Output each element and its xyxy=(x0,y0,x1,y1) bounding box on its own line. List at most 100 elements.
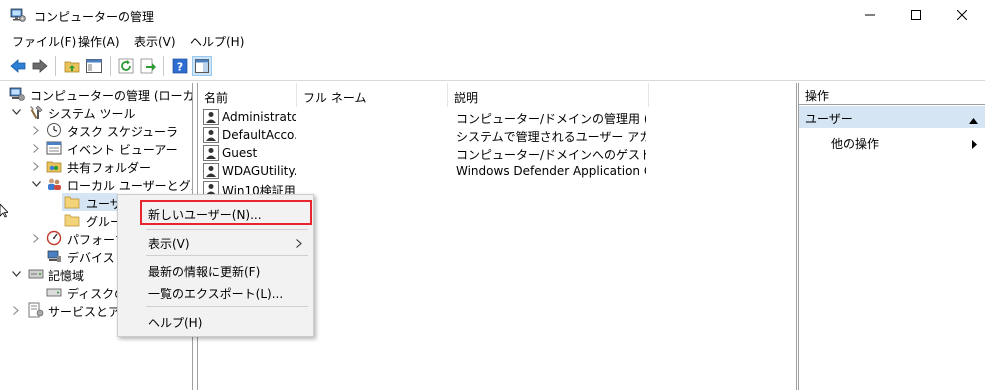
device-manager-icon xyxy=(46,248,62,264)
context-menu-label: 一覧のエクスポート(L)... xyxy=(148,287,284,301)
context-menu-label: ヘルプ(H) xyxy=(148,316,203,330)
users-group-icon xyxy=(46,176,62,192)
action-pane-icon xyxy=(195,59,209,73)
menu-view[interactable]: 表示(V) xyxy=(134,33,176,50)
user-icon xyxy=(203,109,219,125)
toolbar-separator xyxy=(163,56,164,76)
event-viewer-icon xyxy=(46,140,62,156)
action-section-users[interactable]: ユーザー xyxy=(799,106,985,128)
computer-management-icon xyxy=(10,7,26,23)
user-icon xyxy=(203,163,219,179)
tree-item-label: ローカル ユーザーとグループ xyxy=(67,179,192,193)
user-name: Administrator xyxy=(222,110,296,124)
minimize-button[interactable] xyxy=(847,0,893,30)
context-menu-separator xyxy=(146,255,308,256)
storage-icon xyxy=(28,266,44,282)
list-item[interactable]: Guest コンピューター/ドメインへのゲスト アクセ... xyxy=(198,144,796,162)
mouse-cursor-icon xyxy=(0,203,9,221)
context-menu-label: 最新の情報に更新(F) xyxy=(148,265,261,279)
context-menu: 新しいユーザー(N)... 表示(V) 最新の情報に更新(F) 一覧のエクスポー… xyxy=(117,194,314,337)
title-bar: コンピューターの管理 xyxy=(0,0,985,30)
tree-item-event-viewer[interactable]: イベント ビューアー xyxy=(0,139,192,157)
back-button[interactable] xyxy=(8,56,28,76)
chevron-right-icon[interactable] xyxy=(30,140,42,156)
forward-button[interactable] xyxy=(30,56,50,76)
forward-arrow-icon xyxy=(32,59,48,73)
folder-up-icon xyxy=(64,61,80,73)
tree-item-label: システム ツール xyxy=(48,107,136,121)
highlight-box xyxy=(140,200,312,225)
tree-item-label: イベント ビューアー xyxy=(67,143,178,157)
action-more-actions[interactable]: 他の操作 xyxy=(831,135,879,152)
folder-icon xyxy=(64,212,80,228)
tree-item-task-scheduler[interactable]: タスク スケジューラ xyxy=(0,121,192,139)
user-description: コンピューター/ドメインの管理用 (ビルト... xyxy=(456,112,646,126)
context-menu-view[interactable]: 表示(V) xyxy=(118,231,313,253)
chevron-right-icon[interactable] xyxy=(30,230,42,246)
chevron-right-icon[interactable] xyxy=(30,122,42,138)
chevron-down-icon[interactable] xyxy=(10,104,22,120)
close-icon xyxy=(957,10,967,20)
action-pane: 操作 ユーザー 他の操作 xyxy=(798,83,985,390)
chevron-right-icon[interactable] xyxy=(30,158,42,174)
list-item[interactable]: DefaultAcco... システムで管理されるユーザー アカウン... xyxy=(198,126,796,144)
toolbar: ? xyxy=(0,51,985,81)
export-list-button[interactable] xyxy=(138,56,158,76)
performance-icon xyxy=(46,230,62,246)
show-hide-action-pane-button[interactable] xyxy=(192,56,212,76)
close-button[interactable] xyxy=(939,0,985,30)
show-hide-console-tree-button[interactable] xyxy=(84,56,104,76)
maximize-icon xyxy=(911,10,921,20)
disk-icon xyxy=(46,284,62,300)
tree-item-system-tools[interactable]: システム ツール xyxy=(0,103,192,121)
user-icon xyxy=(203,145,219,161)
context-menu-refresh[interactable]: 最新の情報に更新(F) xyxy=(118,259,313,281)
list-item[interactable]: Administrator コンピューター/ドメインの管理用 (ビルト... xyxy=(198,108,796,126)
services-icon xyxy=(28,302,44,318)
back-arrow-icon xyxy=(10,59,26,73)
window-title: コンピューターの管理 xyxy=(34,10,155,24)
maximize-button[interactable] xyxy=(893,0,939,30)
chevron-right-icon xyxy=(296,237,302,251)
tree-item-label: 共有フォルダー xyxy=(67,161,152,175)
context-menu-separator xyxy=(146,306,308,307)
export-icon xyxy=(140,58,156,74)
menu-file[interactable]: ファイル(F) xyxy=(12,33,76,50)
refresh-icon xyxy=(118,58,134,74)
list-item[interactable]: WDAGUtility... Windows Defender Applicat… xyxy=(198,162,796,180)
tree-item-label: 記憶域 xyxy=(48,269,85,283)
column-header-full-name[interactable]: フル ネーム xyxy=(297,83,448,107)
toolbar-separator xyxy=(110,56,111,76)
tree-item-label: タスク スケジューラ xyxy=(67,125,178,139)
toolbar-separator xyxy=(55,56,56,76)
column-header-description[interactable]: 説明 xyxy=(448,83,649,107)
chevron-right-icon[interactable] xyxy=(10,302,22,318)
collapse-up-icon[interactable] xyxy=(969,113,978,127)
menu-help[interactable]: ヘルプ(H) xyxy=(190,33,244,50)
shared-folder-icon xyxy=(46,158,62,174)
refresh-button[interactable] xyxy=(116,56,136,76)
tree-item-computer-management[interactable]: コンピューターの管理 (ローカル) xyxy=(0,85,192,103)
action-pane-header: 操作 xyxy=(799,83,985,105)
user-name: DefaultAcco... xyxy=(222,128,296,142)
up-level-button[interactable] xyxy=(62,56,82,76)
tree-item-shared-folders[interactable]: 共有フォルダー xyxy=(0,157,192,175)
submenu-arrow-icon[interactable] xyxy=(972,138,977,152)
chevron-down-icon[interactable] xyxy=(10,266,22,282)
menu-bar: ファイル(F) 操作(A) 表示(V) ヘルプ(H) xyxy=(0,30,985,51)
context-menu-separator xyxy=(146,229,308,230)
computer-management-icon xyxy=(9,86,25,102)
tree-item-local-users-groups[interactable]: ローカル ユーザーとグループ xyxy=(0,175,192,193)
minimize-icon xyxy=(865,14,875,16)
svg-text:?: ? xyxy=(177,61,183,74)
chevron-down-icon[interactable] xyxy=(30,176,42,192)
folder-icon xyxy=(64,194,80,210)
context-menu-help[interactable]: ヘルプ(H) xyxy=(118,310,313,332)
context-menu-export-list[interactable]: 一覧のエクスポート(L)... xyxy=(118,281,313,303)
console-tree-icon xyxy=(86,59,102,73)
help-icon: ? xyxy=(172,58,188,74)
help-button[interactable]: ? xyxy=(170,56,190,76)
menu-action[interactable]: 操作(A) xyxy=(78,33,120,50)
column-header-name[interactable]: 名前 xyxy=(198,83,297,107)
user-name: WDAGUtility... xyxy=(222,164,296,178)
